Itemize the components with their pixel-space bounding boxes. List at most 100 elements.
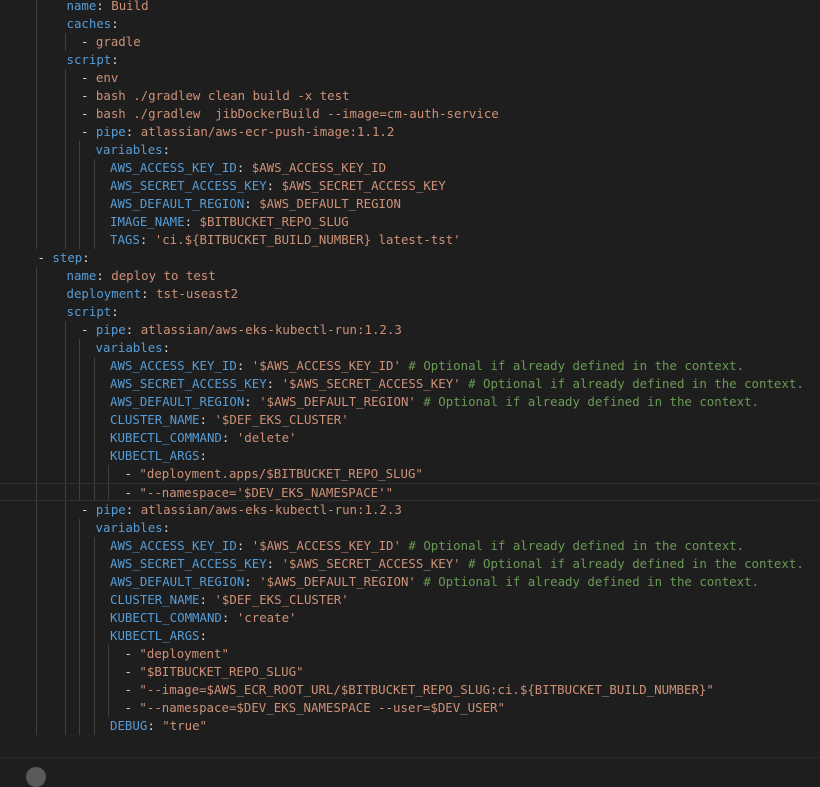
code-line[interactable]: variables:	[0, 141, 820, 159]
code-line[interactable]: script:	[0, 303, 820, 321]
code-line[interactable]: - pipe: atlassian/aws-ecr-push-image:1.1…	[0, 123, 820, 141]
yaml-punctuation: :	[222, 430, 237, 445]
code-line-content: variables:	[0, 520, 170, 535]
code-line[interactable]: IMAGE_NAME: $BITBUCKET_REPO_SLUG	[0, 213, 820, 231]
yaml-value: atlassian/aws-ecr-push-image:1.1.2	[141, 124, 395, 139]
code-line[interactable]: script:	[0, 51, 820, 69]
code-line-content: - bash ./gradlew clean build -x test	[0, 88, 350, 103]
code-line[interactable]: - bash ./gradlew clean build -x test	[0, 87, 820, 105]
code-line-content: - pipe: atlassian/aws-eks-kubectl-run:1.…	[0, 322, 402, 337]
code-line-content: name: Build	[0, 0, 149, 13]
code-line[interactable]: AWS_SECRET_ACCESS_KEY: '$AWS_SECRET_ACCE…	[0, 555, 820, 573]
code-line-content: - pipe: atlassian/aws-ecr-push-image:1.1…	[0, 124, 394, 139]
code-line[interactable]: KUBECTL_COMMAND: 'delete'	[0, 429, 820, 447]
yaml-value: "deployment.apps/$BITBUCKET_REPO_SLUG"	[139, 466, 422, 481]
code-line[interactable]: DEBUG: "true"	[0, 717, 820, 735]
code-line[interactable]: AWS_DEFAULT_REGION: $AWS_DEFAULT_REGION	[0, 195, 820, 213]
code-line[interactable]: AWS_DEFAULT_REGION: '$AWS_DEFAULT_REGION…	[0, 393, 820, 411]
code-line-content: AWS_DEFAULT_REGION: '$AWS_DEFAULT_REGION…	[0, 394, 759, 409]
yaml-punctuation: :	[126, 502, 141, 517]
yaml-key: AWS_DEFAULT_REGION	[110, 574, 244, 589]
yaml-key: KUBECTL_COMMAND	[110, 610, 222, 625]
yaml-punctuation: :	[140, 232, 155, 247]
yaml-key: variables	[96, 520, 163, 535]
yaml-key: script	[67, 304, 112, 319]
code-line[interactable]: AWS_ACCESS_KEY_ID: '$AWS_ACCESS_KEY_ID' …	[0, 357, 820, 375]
code-line[interactable]: - "$BITBUCKET_REPO_SLUG"	[0, 663, 820, 681]
yaml-key: step	[52, 250, 82, 265]
yaml-punctuation: -	[81, 88, 96, 103]
code-line[interactable]: AWS_ACCESS_KEY_ID: $AWS_ACCESS_KEY_ID	[0, 159, 820, 177]
code-line[interactable]: - gradle	[0, 33, 820, 51]
yaml-value: 'create'	[237, 610, 297, 625]
code-line[interactable]: - "deployment"	[0, 645, 820, 663]
code-line[interactable]	[0, 735, 820, 753]
yaml-value: '$DEF_EKS_CLUSTER'	[214, 412, 348, 427]
code-line[interactable]: name: deploy to test	[0, 267, 820, 285]
code-line[interactable]: KUBECTL_ARGS:	[0, 627, 820, 645]
code-line-content: deployment: tst-useast2	[0, 286, 238, 301]
code-line[interactable]: KUBECTL_COMMAND: 'create'	[0, 609, 820, 627]
yaml-value: '$AWS_DEFAULT_REGION'	[259, 574, 416, 589]
code-line[interactable]: name: Build	[0, 0, 820, 15]
code-line-content: - bash ./gradlew jibDockerBuild --image=…	[0, 106, 499, 121]
yaml-punctuation: :	[185, 214, 200, 229]
yaml-punctuation: :	[200, 412, 215, 427]
code-line[interactable]: - pipe: atlassian/aws-eks-kubectl-run:1.…	[0, 321, 820, 339]
yaml-value: '$AWS_SECRET_ACCESS_KEY'	[282, 556, 461, 571]
code-line-content: - "$BITBUCKET_REPO_SLUG"	[0, 664, 304, 679]
yaml-value: "--namespace='$DEV_EKS_NAMESPACE'"	[139, 485, 393, 500]
yaml-punctuation: :	[82, 250, 89, 265]
code-line[interactable]: - env	[0, 69, 820, 87]
code-line[interactable]: variables:	[0, 339, 820, 357]
yaml-value: bash ./gradlew clean build -x test	[96, 88, 350, 103]
code-line[interactable]: CLUSTER_NAME: '$DEF_EKS_CLUSTER'	[0, 591, 820, 609]
yaml-punctuation: :	[222, 610, 237, 625]
code-line[interactable]: - "--image=$AWS_ECR_ROOT_URL/$BITBUCKET_…	[0, 681, 820, 699]
yaml-value: atlassian/aws-eks-kubectl-run:1.2.3	[141, 502, 402, 517]
yaml-key: KUBECTL_ARGS	[110, 628, 200, 643]
yaml-key: variables	[96, 340, 163, 355]
yaml-value: Build	[111, 0, 148, 13]
code-line[interactable]: AWS_SECRET_ACCESS_KEY: $AWS_SECRET_ACCES…	[0, 177, 820, 195]
yaml-key: caches	[67, 16, 112, 31]
code-line[interactable]: - pipe: atlassian/aws-eks-kubectl-run:1.…	[0, 501, 820, 519]
code-line[interactable]: CLUSTER_NAME: '$DEF_EKS_CLUSTER'	[0, 411, 820, 429]
code-line-content: variables:	[0, 340, 170, 355]
code-line[interactable]: AWS_SECRET_ACCESS_KEY: '$AWS_SECRET_ACCE…	[0, 375, 820, 393]
yaml-punctuation: :	[111, 304, 118, 319]
yaml-punctuation: :	[111, 52, 118, 67]
code-line[interactable]: - "--namespace='$DEV_EKS_NAMESPACE'"	[0, 483, 820, 501]
code-line[interactable]: - step:	[0, 249, 820, 267]
yaml-punctuation: -	[125, 466, 140, 481]
code-line[interactable]: - bash ./gradlew jibDockerBuild --image=…	[0, 105, 820, 123]
code-line[interactable]: variables:	[0, 519, 820, 537]
code-line[interactable]: - "deployment.apps/$BITBUCKET_REPO_SLUG"	[0, 465, 820, 483]
yaml-key: AWS_DEFAULT_REGION	[110, 196, 244, 211]
yaml-value: "--image=$AWS_ECR_ROOT_URL/$BITBUCKET_RE…	[139, 682, 713, 697]
editor-bottom-border	[0, 757, 820, 758]
yaml-value: "true"	[162, 718, 207, 733]
yaml-key: KUBECTL_COMMAND	[110, 430, 222, 445]
yaml-punctuation: :	[126, 124, 141, 139]
code-line-content: AWS_DEFAULT_REGION: $AWS_DEFAULT_REGION	[0, 196, 401, 211]
code-line[interactable]: KUBECTL_ARGS:	[0, 447, 820, 465]
code-line-content: CLUSTER_NAME: '$DEF_EKS_CLUSTER'	[0, 592, 349, 607]
code-line-content: - gradle	[0, 34, 141, 49]
code-line[interactable]: TAGS: 'ci.${BITBUCKET_BUILD_NUMBER} late…	[0, 231, 820, 249]
code-line-content: script:	[0, 52, 119, 67]
yaml-punctuation: -	[81, 34, 96, 49]
yaml-punctuation: :	[237, 358, 252, 373]
code-line-content: - "--namespace=$DEV_EKS_NAMESPACE --user…	[0, 700, 505, 715]
code-line[interactable]: deployment: tst-useast2	[0, 285, 820, 303]
yaml-comment: # Optional if already defined in the con…	[461, 556, 804, 571]
code-editor[interactable]: name: Buildcaches:- gradlescript:- env- …	[0, 0, 820, 757]
code-line[interactable]: AWS_ACCESS_KEY_ID: '$AWS_ACCESS_KEY_ID' …	[0, 537, 820, 555]
scroll-handle[interactable]	[26, 767, 46, 787]
code-line-content: - "--image=$AWS_ECR_ROOT_URL/$BITBUCKET_…	[0, 682, 714, 697]
yaml-value: $AWS_ACCESS_KEY_ID	[252, 160, 386, 175]
code-line[interactable]: caches:	[0, 15, 820, 33]
code-line[interactable]: AWS_DEFAULT_REGION: '$AWS_DEFAULT_REGION…	[0, 573, 820, 591]
yaml-punctuation: :	[141, 286, 156, 301]
code-line[interactable]: - "--namespace=$DEV_EKS_NAMESPACE --user…	[0, 699, 820, 717]
